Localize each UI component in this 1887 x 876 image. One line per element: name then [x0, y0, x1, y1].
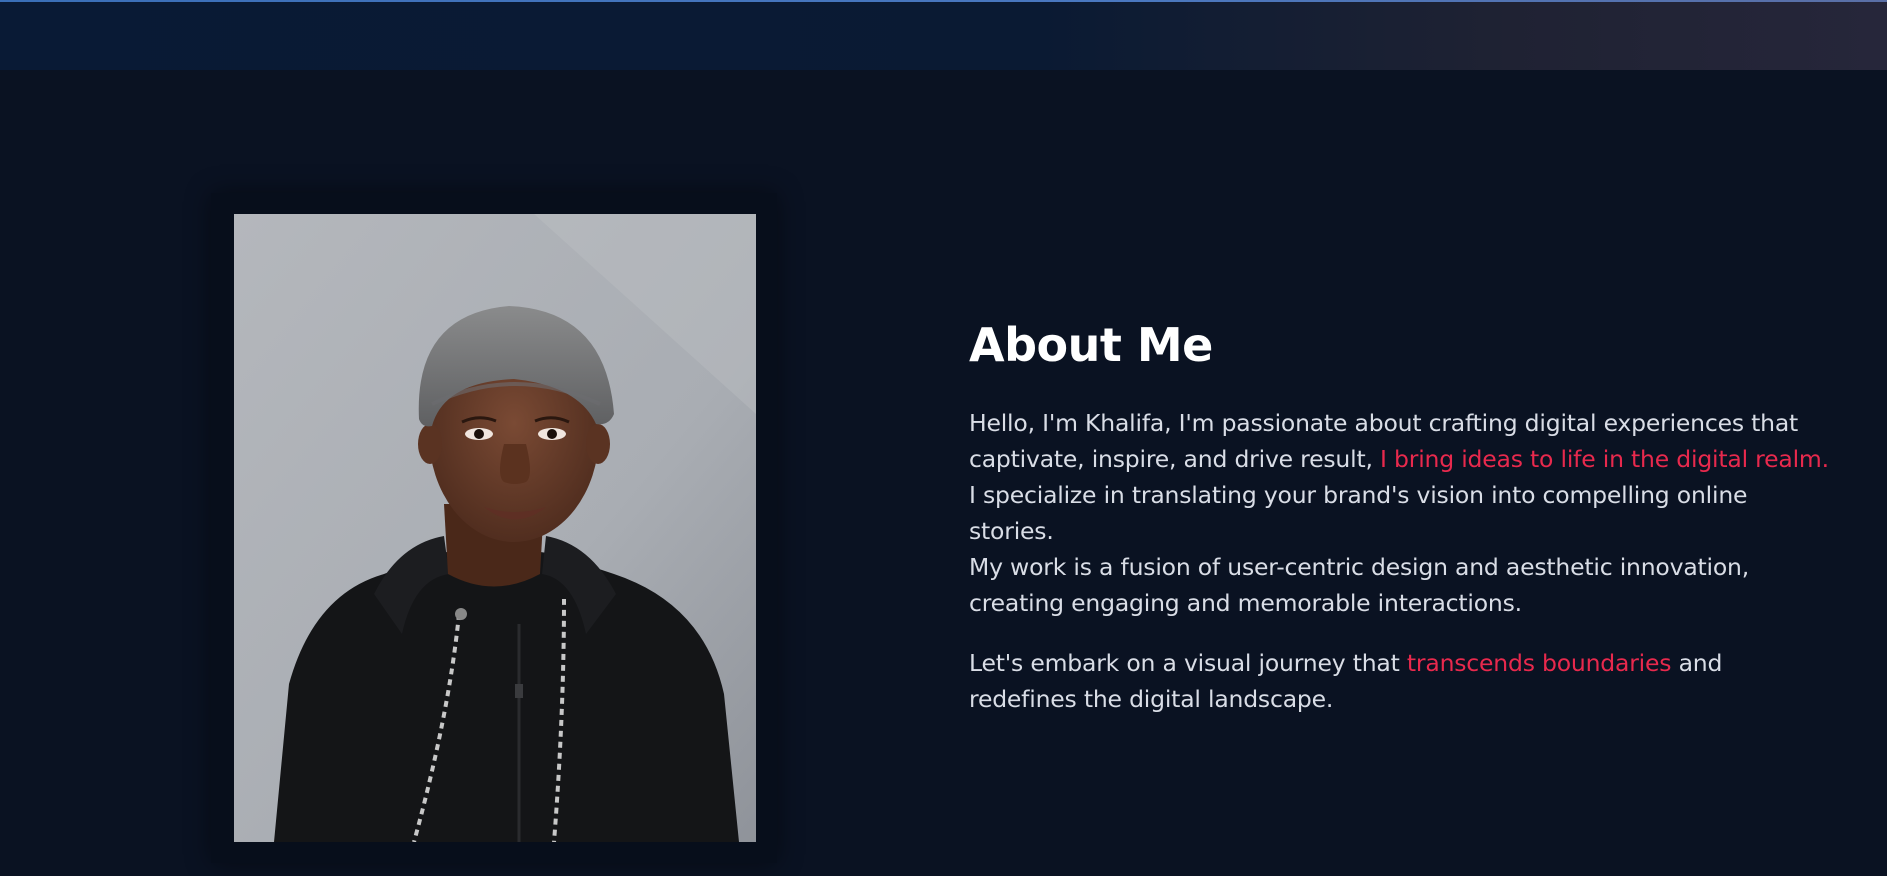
- profile-photo: [234, 214, 756, 842]
- about-section: About Me Hello, I'm Khalifa, I'm passion…: [969, 318, 1829, 717]
- about-p2-highlight: transcends boundaries: [1406, 649, 1672, 677]
- about-p1-highlight: I bring ideas to life in the digital rea…: [1380, 445, 1829, 473]
- about-paragraph-2: Let's embark on a visual journey that tr…: [969, 645, 1829, 717]
- top-navbar: [0, 0, 1887, 70]
- about-p1-line-2: My work is a fusion of user-centric desi…: [969, 553, 1750, 617]
- about-p1-text-2: I specialize in translating your brand's…: [969, 481, 1748, 545]
- about-title: About Me: [969, 318, 1213, 372]
- about-paragraph-1: Hello, I'm Khalifa, I'm passionate about…: [969, 405, 1829, 621]
- about-p2-text: Let's embark on a visual journey that: [969, 649, 1407, 677]
